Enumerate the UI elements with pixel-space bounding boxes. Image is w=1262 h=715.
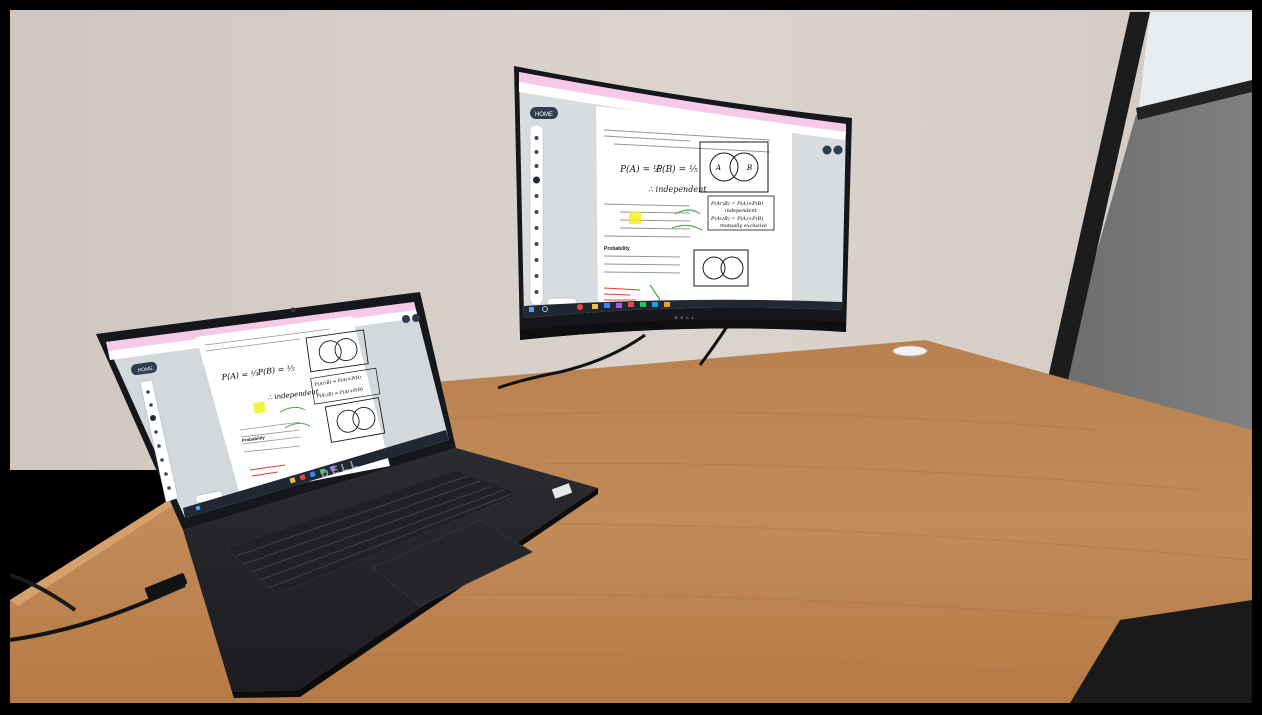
monitor-venn-label-b: B <box>746 164 752 172</box>
monitor-box-line-3: P(A∪B) = P(A)+P(B) <box>710 215 763 222</box>
laptop-webcam <box>290 307 296 313</box>
monitor-box-line-1: P(A∩B) = P(A)×P(B) <box>710 200 763 207</box>
laptop-right-button-2[interactable] <box>412 314 420 322</box>
monitor-brand-logo: DELL <box>675 315 697 320</box>
monitor-venn-label-a: A <box>715 164 721 172</box>
monitor-box-line-2: independent <box>725 208 758 214</box>
monitor-right-button-2[interactable] <box>833 145 843 155</box>
laptop-highlight <box>253 401 266 414</box>
monitor-highlight <box>629 212 641 224</box>
laptop-right-button-1[interactable] <box>402 315 410 323</box>
desk-grommet <box>892 345 928 357</box>
monitor-note-pb: P(B) = ⅕ <box>655 164 698 175</box>
monitor-section-heading: Probability <box>604 246 630 252</box>
folder-icon[interactable] <box>592 304 598 309</box>
monitor-home-label: HOME <box>535 112 553 118</box>
monitor-right-button-1[interactable] <box>822 145 832 155</box>
monitor-box-line-4: mutually exclusive <box>720 223 767 229</box>
windows-icon[interactable] <box>529 307 534 312</box>
chrome-icon[interactable] <box>577 304 583 310</box>
monitor-note-independent: ∴ independent <box>648 185 707 194</box>
photo-scene: HOME P(A) = ⅓ P(B) = ⅕ ∴ independent A B… <box>0 0 1262 715</box>
